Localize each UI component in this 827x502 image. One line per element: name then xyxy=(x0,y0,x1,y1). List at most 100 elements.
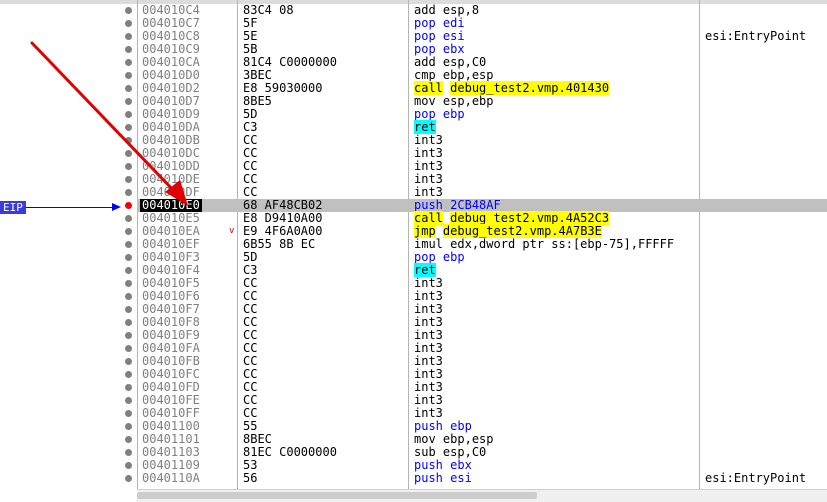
breakpoint-toggle-icon[interactable] xyxy=(125,449,132,456)
breakpoint-toggle-icon[interactable] xyxy=(125,332,132,339)
mnemonic: int3 xyxy=(414,328,443,342)
breakpoint-toggle-icon[interactable] xyxy=(125,254,132,261)
breakpoint-toggle-icon[interactable] xyxy=(125,358,132,365)
breakpoint-toggle-icon[interactable] xyxy=(125,228,132,235)
disassembly-view[interactable]: 004010C4 83C4 08 add esp,8 004010C7 5F pop ed… xyxy=(0,0,827,502)
mnemonic: mov xyxy=(414,432,436,446)
mnemonic: int3 xyxy=(414,315,443,329)
mnemonic: int3 xyxy=(414,185,443,199)
mnemonic: int3 xyxy=(414,302,443,316)
operands: debug_test2.vmp.401430 xyxy=(450,81,610,95)
mnemonic: int3 xyxy=(414,354,443,368)
mnemonic: int3 xyxy=(414,341,443,355)
breakpoint-toggle-icon[interactable] xyxy=(125,20,132,27)
breakpoint-toggle-icon[interactable] xyxy=(125,319,132,326)
breakpoint-toggle-icon[interactable] xyxy=(125,241,132,248)
operands: 2CB48AF xyxy=(450,198,501,212)
breakpoint-toggle-icon[interactable] xyxy=(125,280,132,287)
instruction-row[interactable]: 0040110A 56 push esi esi:EntryPoint xyxy=(0,472,827,485)
breakpoint-toggle-icon[interactable] xyxy=(125,150,132,157)
mnemonic: pop xyxy=(414,16,436,30)
mnemonic: int3 xyxy=(414,393,443,407)
mnemonic: pop xyxy=(414,42,436,56)
mnemonic: int3 xyxy=(414,406,443,420)
mnemonic: int3 xyxy=(414,133,443,147)
operands: ebp xyxy=(442,107,465,121)
breakpoint-toggle-icon[interactable] xyxy=(125,267,132,274)
mnemonic: int3 xyxy=(414,367,443,381)
breakpoint-toggle-icon[interactable] xyxy=(125,306,132,313)
operands: edi xyxy=(442,16,465,30)
mnemonic: int3 xyxy=(414,276,443,290)
operands: esp,C0 xyxy=(442,55,487,69)
operands: ebp,esp xyxy=(442,68,494,82)
breakpoint-toggle-icon[interactable] xyxy=(125,163,132,170)
operands: ebp xyxy=(442,250,465,264)
eip-arrow-line xyxy=(26,207,114,208)
mnemonic: imul xyxy=(414,237,443,251)
opcode-bytes: 81EC C0000000 xyxy=(243,445,337,459)
operands: esi xyxy=(442,29,465,43)
operands: esp,ebp xyxy=(442,94,494,108)
mnemonic: int3 xyxy=(414,172,443,186)
mnemonic: ret xyxy=(414,120,436,134)
jump-indicator-icon: v xyxy=(229,226,235,236)
mnemonic: sub xyxy=(414,445,436,459)
breakpoint-toggle-icon[interactable] xyxy=(125,436,132,443)
mnemonic: mov xyxy=(414,94,436,108)
breakpoint-toggle-icon[interactable] xyxy=(125,124,132,131)
mnemonic: int3 xyxy=(414,146,443,160)
breakpoint-toggle-icon[interactable] xyxy=(125,423,132,430)
operands: ebp xyxy=(450,419,472,433)
eip-label: EIP xyxy=(0,201,26,214)
mnemonic: push xyxy=(414,471,443,485)
breakpoint-toggle-icon[interactable] xyxy=(125,111,132,118)
mnemonic: int3 xyxy=(414,289,443,303)
mnemonic: int3 xyxy=(414,159,443,173)
mnemonic: push xyxy=(414,198,443,212)
mnemonic: call xyxy=(414,81,443,95)
mnemonic: ret xyxy=(414,263,436,277)
breakpoint-toggle-icon[interactable] xyxy=(125,46,132,53)
breakpoint-toggle-icon[interactable] xyxy=(125,137,132,144)
disassembly: push esi xyxy=(414,472,472,485)
breakpoint-toggle-icon[interactable] xyxy=(125,189,132,196)
breakpoint-toggle-icon[interactable] xyxy=(125,462,132,469)
breakpoint-toggle-icon[interactable] xyxy=(125,293,132,300)
mnemonic: pop xyxy=(414,107,436,121)
mnemonic: push xyxy=(414,458,443,472)
operands: debug_test2.vmp.4A7B3E xyxy=(442,224,602,238)
comment: esi:EntryPoint xyxy=(705,471,807,485)
opcode-bytes: 56 xyxy=(243,471,258,485)
breakpoint-toggle-icon[interactable] xyxy=(125,33,132,40)
breakpoint-toggle-icon[interactable] xyxy=(125,371,132,378)
horizontal-scrollbar[interactable] xyxy=(137,489,827,502)
breakpoint-toggle-icon[interactable] xyxy=(125,397,132,404)
breakpoint-toggle-icon[interactable] xyxy=(125,215,132,222)
mnemonic: cmp xyxy=(414,68,436,82)
breakpoint-toggle-icon[interactable] xyxy=(125,384,132,391)
breakpoint-toggle-icon[interactable] xyxy=(125,72,132,79)
address: 0040110A xyxy=(142,471,200,485)
breakpoint-toggle-icon[interactable] xyxy=(125,475,132,482)
breakpoint-toggle-icon[interactable] xyxy=(125,345,132,352)
operands: esp,8 xyxy=(442,3,480,17)
operands: debug_test2.vmp.4A52C3 xyxy=(450,211,610,225)
eip-arrow-icon xyxy=(112,203,121,211)
mnemonic: pop xyxy=(414,29,436,43)
operands: esp,C0 xyxy=(442,445,487,459)
operands: edx,dword ptr ss:[ebp-75],FFFFF xyxy=(450,237,675,251)
breakpoint-toggle-icon[interactable] xyxy=(125,410,132,417)
mnemonic: int3 xyxy=(414,380,443,394)
breakpoint-toggle-icon[interactable] xyxy=(125,7,132,14)
scrollbar-thumb[interactable] xyxy=(137,492,537,499)
mnemonic: call xyxy=(414,211,443,225)
breakpoint-dot-icon[interactable] xyxy=(125,202,132,209)
breakpoint-toggle-icon[interactable] xyxy=(125,85,132,92)
breakpoint-toggle-icon[interactable] xyxy=(125,98,132,105)
mnemonic: add xyxy=(414,55,436,69)
breakpoint-toggle-icon[interactable] xyxy=(125,176,132,183)
breakpoint-toggle-icon[interactable] xyxy=(125,59,132,66)
operands: ebp,esp xyxy=(442,432,494,446)
mnemonic: jmp xyxy=(414,224,436,238)
